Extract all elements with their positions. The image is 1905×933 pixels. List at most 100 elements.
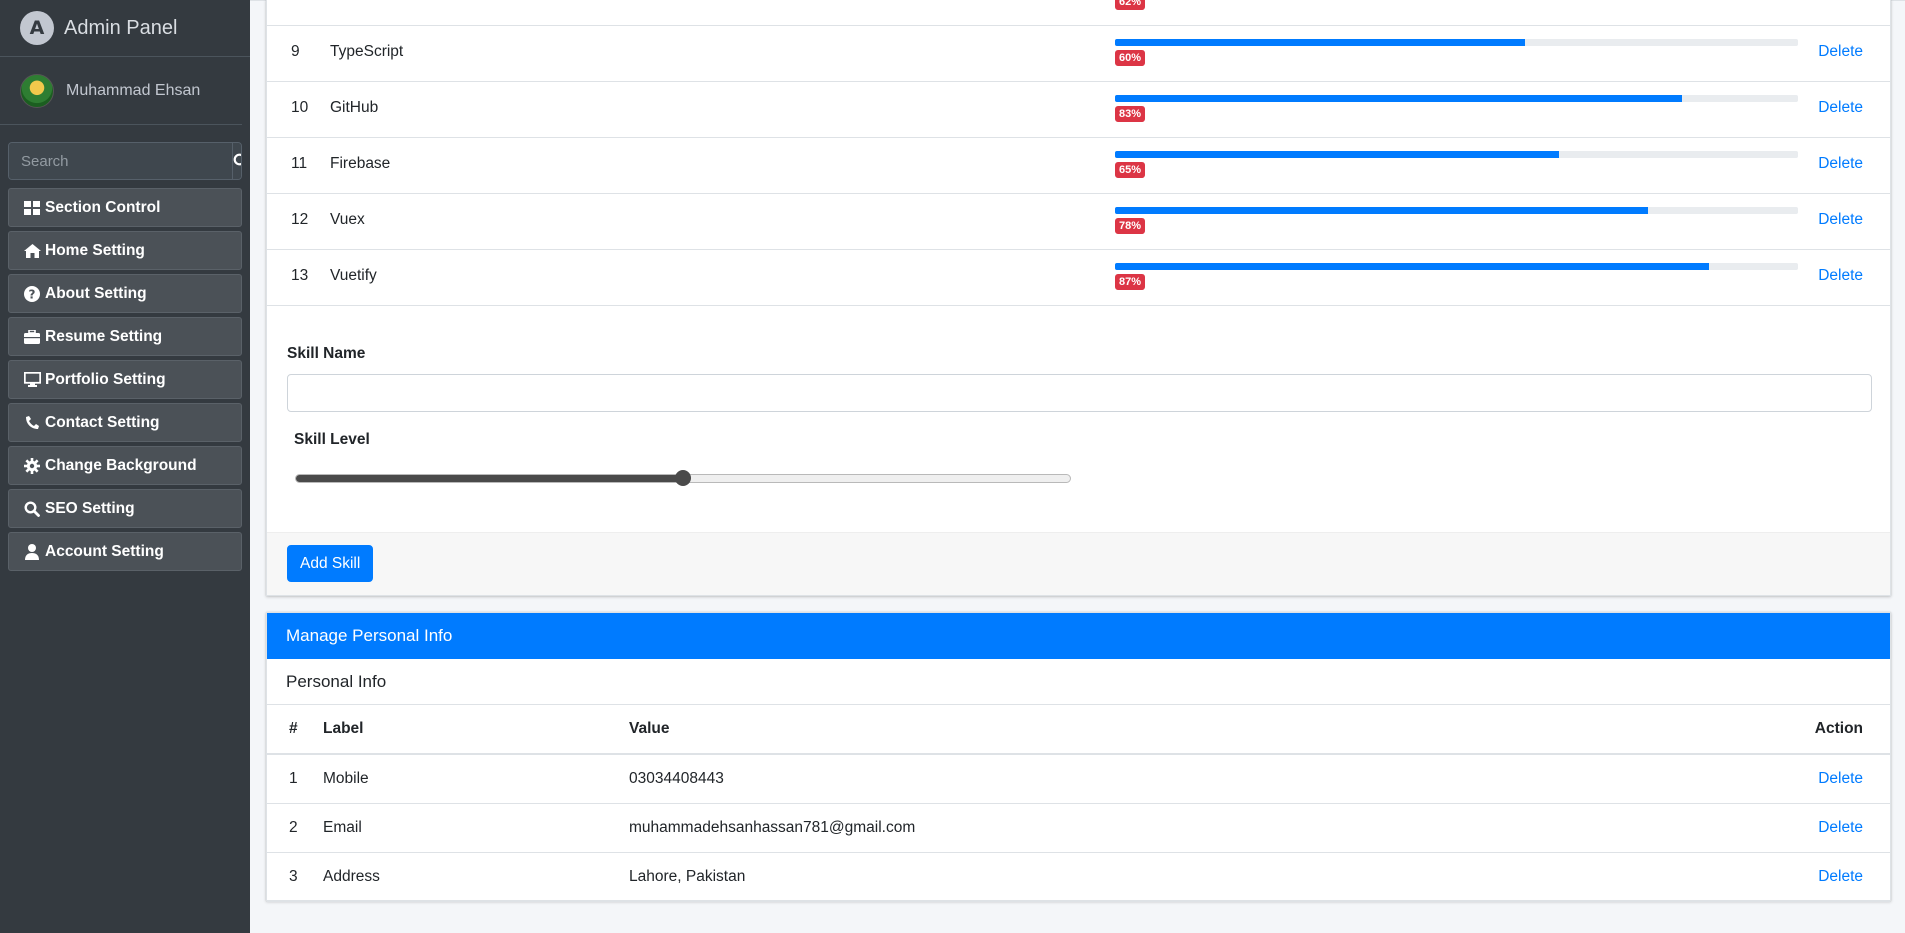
row-number: 2 bbox=[267, 803, 323, 853]
skill-name: TypeScript bbox=[330, 43, 404, 60]
main-content: 62% 9 TypeScript 60% Delete 10 GitHub 83… bbox=[250, 0, 1905, 933]
sidebar-item-seo-setting[interactable]: SEO Setting bbox=[8, 489, 242, 528]
sidebar-item-resume-setting[interactable]: Resume Setting bbox=[8, 317, 242, 356]
sidebar-item-change-background[interactable]: Change Background bbox=[8, 446, 242, 485]
skills-card: 62% 9 TypeScript 60% Delete 10 GitHub 83… bbox=[266, 0, 1891, 596]
skill-progress-bar bbox=[1115, 95, 1798, 102]
user-panel[interactable]: Muhammad Ehsan bbox=[0, 57, 242, 125]
sidebar-item-contact-setting[interactable]: Contact Setting bbox=[8, 403, 242, 442]
delete-link[interactable]: Delete bbox=[1627, 754, 1890, 804]
briefcase-icon bbox=[23, 329, 41, 345]
sidebar-item-about-setting[interactable]: ? About Setting bbox=[8, 274, 242, 313]
skill-level-badge: 87% bbox=[1115, 274, 1146, 290]
delete-link[interactable]: Delete bbox=[1818, 267, 1863, 285]
user-icon bbox=[23, 543, 41, 560]
skill-level-label: Skill Level bbox=[294, 431, 370, 448]
skill-progress-fill bbox=[1115, 39, 1525, 46]
personal-info-table: # Label Value Action 1 Mobile 0303440844… bbox=[267, 705, 1890, 902]
delete-link[interactable]: Delete bbox=[1818, 155, 1863, 173]
desktop-icon bbox=[23, 372, 41, 388]
table-header-row: # Label Value Action bbox=[267, 705, 1890, 755]
sidebar-search bbox=[8, 142, 242, 180]
column-header-num: # bbox=[267, 705, 323, 755]
home-icon bbox=[23, 243, 41, 259]
sidebar-item-label: Section Control bbox=[45, 198, 161, 216]
table-row: 9 TypeScript 60% Delete bbox=[267, 25, 1890, 81]
skill-progress-bar bbox=[1115, 39, 1798, 46]
sidebar-item-home-setting[interactable]: Home Setting bbox=[8, 231, 242, 270]
delete-link[interactable]: Delete bbox=[1818, 211, 1863, 229]
skill-level-badge: 83% bbox=[1115, 106, 1146, 122]
skill-level-badge: 60% bbox=[1115, 50, 1146, 66]
row-value: Lahore, Pakistan bbox=[629, 852, 1628, 902]
column-header-action: Action bbox=[1627, 705, 1890, 755]
avatar bbox=[20, 73, 54, 108]
add-skill-button[interactable]: Add Skill bbox=[287, 545, 374, 582]
search-input[interactable] bbox=[9, 143, 232, 179]
sidebar-item-section-control[interactable]: Section Control bbox=[8, 188, 242, 227]
th-large-icon bbox=[23, 200, 41, 216]
skill-level-badge: 62% bbox=[1115, 0, 1146, 10]
search-icon bbox=[23, 500, 41, 517]
search-button[interactable] bbox=[232, 143, 241, 179]
row-label: Mobile bbox=[323, 754, 629, 804]
row-label: Email bbox=[323, 803, 629, 853]
brand-title: Admin Panel bbox=[64, 16, 178, 39]
row-number: 3 bbox=[267, 852, 323, 902]
sidebar-item-label: Change Background bbox=[45, 456, 197, 474]
delete-link[interactable]: Delete bbox=[1818, 99, 1863, 117]
skill-progress-bar bbox=[1115, 263, 1798, 270]
skill-progress-fill bbox=[1115, 151, 1559, 158]
search-icon bbox=[233, 153, 241, 166]
skill-name: GitHub bbox=[330, 99, 379, 116]
personal-info-card: Manage Personal Info Personal Info # Lab… bbox=[266, 612, 1891, 902]
slider-fill bbox=[296, 475, 683, 482]
delete-link[interactable]: Delete bbox=[1627, 852, 1890, 902]
table-row: 13 Vuetify 87% Delete bbox=[267, 249, 1890, 305]
sidebar-item-portfolio-setting[interactable]: Portfolio Setting bbox=[8, 360, 242, 399]
question-circle-icon: ? bbox=[23, 285, 41, 302]
slider-thumb[interactable] bbox=[675, 470, 691, 486]
skill-progress-fill bbox=[1115, 263, 1710, 270]
delete-link[interactable]: Delete bbox=[1627, 803, 1890, 853]
sidebar-item-account-setting[interactable]: Account Setting bbox=[8, 532, 242, 571]
skill-name: Vuetify bbox=[330, 267, 377, 284]
svg-text:?: ? bbox=[29, 287, 36, 301]
table-row: 10 GitHub 83% Delete bbox=[267, 81, 1890, 137]
sidebar-item-label: Contact Setting bbox=[45, 413, 160, 431]
sidebar-item-label: About Setting bbox=[45, 284, 147, 302]
skill-progress-fill bbox=[1115, 95, 1682, 102]
skill-number: 10 bbox=[291, 99, 309, 116]
skill-progress-bar bbox=[1115, 151, 1798, 158]
skill-number: 13 bbox=[291, 267, 309, 284]
skill-name: Firebase bbox=[330, 155, 391, 172]
skill-name-input[interactable] bbox=[287, 374, 1872, 412]
skill-number: 9 bbox=[291, 43, 300, 60]
delete-link[interactable]: Delete bbox=[1818, 43, 1863, 61]
row-label: Address bbox=[323, 852, 629, 902]
card-footer: Add Skill bbox=[267, 532, 1890, 595]
table-row: 1 Mobile 03034408443 Delete bbox=[267, 754, 1890, 804]
row-value: muhammadehsanhassan781@gmail.com bbox=[629, 803, 1628, 853]
table-row: 3 Address Lahore, Pakistan Delete bbox=[267, 852, 1890, 902]
user-name[interactable]: Muhammad Ehsan bbox=[66, 82, 200, 100]
skill-level-badge: 65% bbox=[1115, 162, 1146, 178]
table-row: 11 Firebase 65% Delete bbox=[267, 137, 1890, 193]
table-row: 2 Email muhammadehsanhassan781@gmail.com… bbox=[267, 803, 1890, 853]
sidebar-item-label: Resume Setting bbox=[45, 327, 163, 345]
skill-number: 11 bbox=[291, 155, 308, 172]
row-value: 03034408443 bbox=[629, 754, 1628, 804]
sidebar-item-label: SEO Setting bbox=[45, 499, 135, 517]
table-divider bbox=[267, 305, 1890, 306]
skill-level-slider[interactable] bbox=[295, 470, 1071, 486]
skill-number: 12 bbox=[291, 211, 309, 228]
phone-icon bbox=[23, 415, 41, 431]
card-subtitle: Personal Info bbox=[267, 659, 1890, 705]
brand-link[interactable]: A Admin Panel bbox=[0, 0, 250, 57]
sidebar-nav: Section Control Home Setting ? About Set… bbox=[0, 188, 250, 571]
sidebar: A Admin Panel Muhammad Ehsan Section Con… bbox=[0, 0, 250, 933]
sidebar-item-label: Portfolio Setting bbox=[45, 370, 166, 388]
gear-icon bbox=[23, 457, 41, 474]
skill-progress-fill bbox=[1115, 207, 1648, 214]
skill-name-label: Skill Name bbox=[287, 345, 366, 362]
